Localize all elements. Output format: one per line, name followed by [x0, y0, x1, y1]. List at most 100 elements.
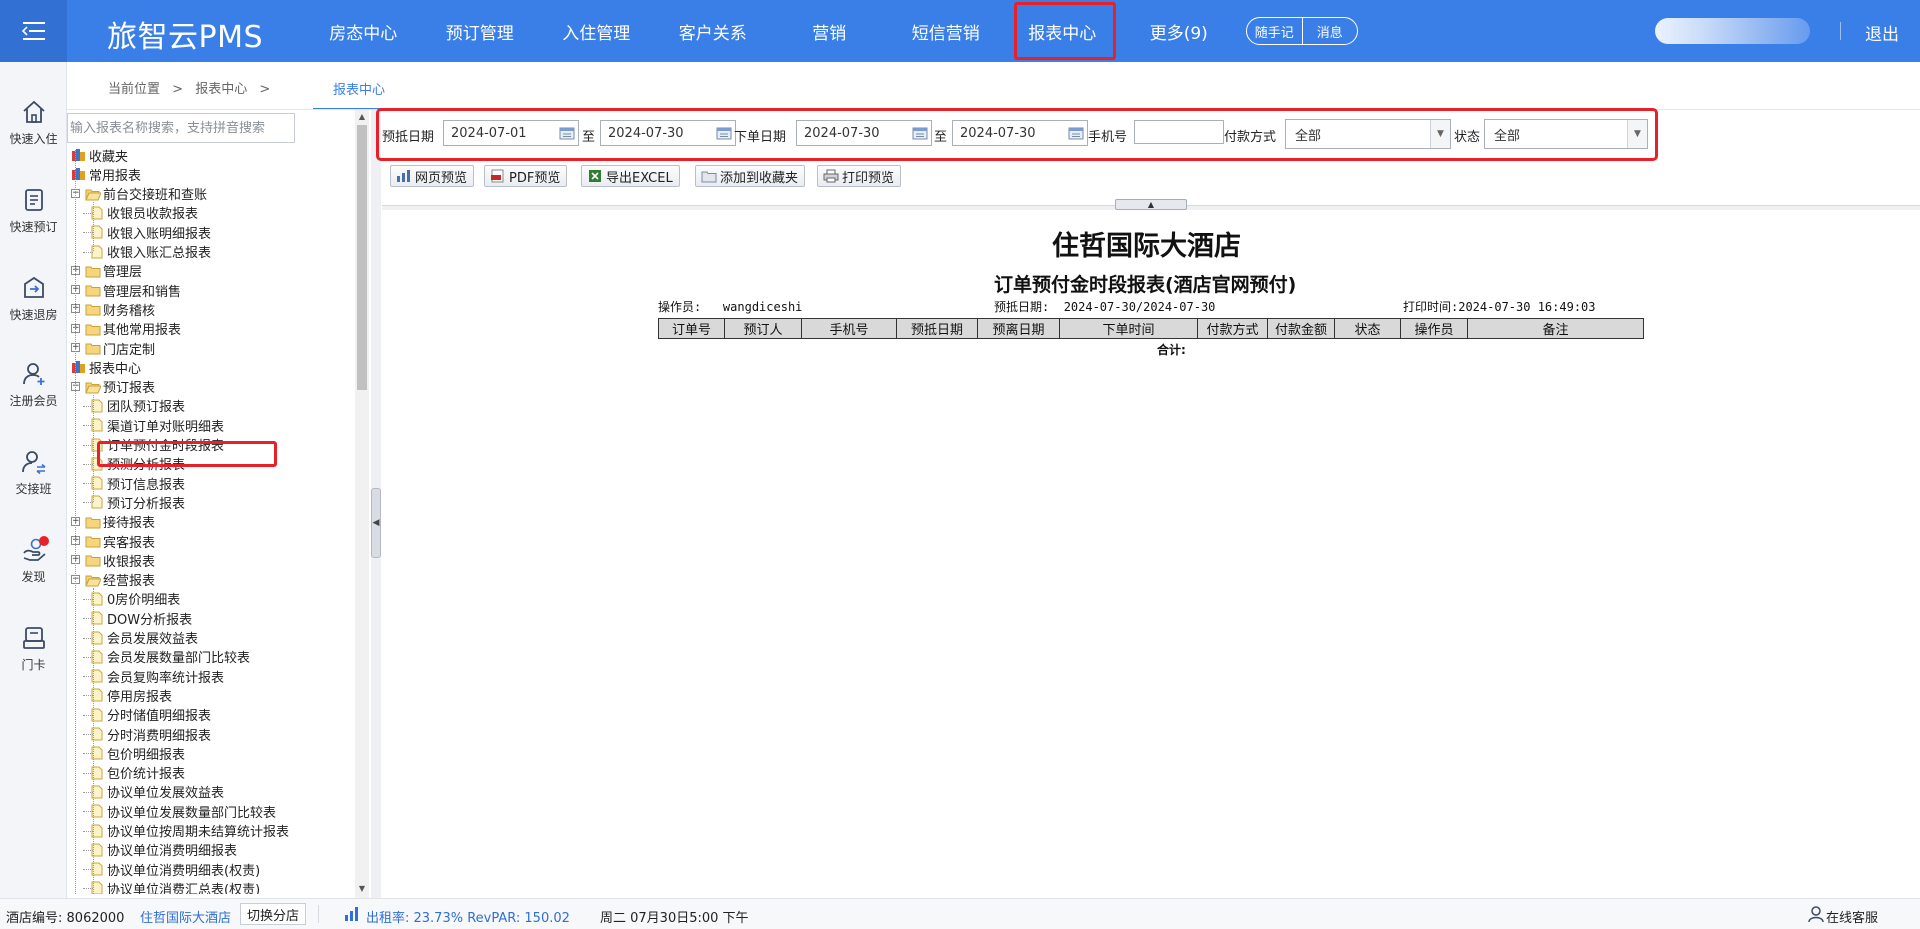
tree-node-label: 收银入账明细报表	[107, 226, 212, 242]
tree-node-report[interactable]: 协议单位消费明细报表	[89, 841, 237, 859]
tree-node-report[interactable]: 会员发展效益表	[89, 629, 198, 647]
rail-discover[interactable]: 发现	[0, 536, 67, 585]
collapse-left-panel-icon[interactable]: ◀	[371, 488, 381, 558]
web-preview-button[interactable]: 网页预览	[390, 165, 475, 187]
order-date-from-input[interactable]: 2024-07-30	[796, 120, 932, 146]
tree-node-folder[interactable]: 其他常用报表	[85, 320, 181, 338]
tree-node-report[interactable]: 会员发展数量部门比较表	[89, 648, 250, 666]
report-table: 订单号 预订人 手机号 预抵日期 预离日期 下单时间 付款方式 付款金额 状态 …	[658, 318, 1644, 339]
phone-input[interactable]	[1134, 120, 1224, 144]
order-date-to-input[interactable]: 2024-07-30	[952, 120, 1088, 146]
tree-node-report[interactable]: 收银员收款报表	[89, 204, 198, 222]
report-search-input[interactable]	[67, 113, 295, 143]
tree-node-folder[interactable]: 收银报表	[85, 551, 155, 570]
nav-booking[interactable]: 预订管理	[422, 0, 539, 62]
tree-node-label: 协议单位消费明细表(权责)	[107, 863, 261, 879]
report-operator: 操作员: wangdiceshi	[658, 298, 802, 315]
scroll-down-arrow-icon[interactable]: ▼	[357, 884, 367, 894]
tree-node-report[interactable]: 团队预订报表	[89, 397, 185, 415]
scrollbar-thumb[interactable]	[357, 125, 367, 390]
nav-room-status[interactable]: 房态中心	[305, 0, 422, 62]
tree-node-label: 管理层和销售	[103, 284, 182, 300]
rail-quick-booking[interactable]: 快速预订	[0, 186, 67, 235]
tab-report-center[interactable]: 报表中心	[313, 69, 405, 110]
tree-node-report[interactable]: 协议单位按周期未结算统计报表	[89, 822, 289, 840]
calendar-icon[interactable]	[559, 126, 575, 140]
tree-node-report[interactable]: 协议单位发展数量部门比较表	[89, 802, 276, 821]
tree-node-report[interactable]: 停用房报表	[89, 686, 172, 705]
tree-node-report[interactable]: 包价统计报表	[89, 764, 185, 782]
document-list-icon	[24, 189, 43, 211]
rail-quick-checkin[interactable]: 快速入住	[0, 98, 67, 147]
messages-button[interactable]: 消息	[1303, 22, 1358, 41]
rail-shift-handover[interactable]: 交接班	[0, 448, 67, 497]
rail-label: 快速入住	[9, 132, 58, 146]
prepay-date-to-input[interactable]: 2024-07-30	[600, 120, 736, 146]
logout-button[interactable]: 退出	[1865, 20, 1899, 45]
tree-node-folder[interactable]: 预订报表	[85, 378, 155, 396]
print-preview-button[interactable]: 打印预览	[817, 165, 902, 187]
tree-node-folder[interactable]: 宾客报表	[85, 532, 155, 551]
nav-checkin[interactable]: 入住管理	[538, 0, 655, 62]
tree-node-report[interactable]: 协议单位发展效益表	[89, 783, 224, 801]
tree-node-report[interactable]: DOW分析报表	[89, 609, 192, 628]
tree-node-report[interactable]: 收银入账汇总报表	[89, 243, 211, 261]
tree-node-folder[interactable]: 经营报表	[85, 571, 155, 589]
tree-connector	[93, 394, 94, 503]
tree-node-report[interactable]: 会员复购率统计报表	[89, 667, 224, 686]
tree-node-report[interactable]: 协议单位消费汇总表(权责)	[89, 879, 260, 894]
calendar-icon[interactable]	[912, 126, 928, 140]
tree-node-report[interactable]: 0房价明细表	[89, 590, 180, 608]
tree-node-folder[interactable]: 管理层	[85, 262, 142, 280]
online-support-button[interactable]: 在线客服	[1826, 907, 1878, 926]
notes-button[interactable]: 随手记	[1247, 22, 1302, 41]
menu-toggle-button[interactable]	[0, 0, 67, 62]
calendar-icon[interactable]	[716, 126, 732, 140]
tree-node-report[interactable]: 预订分析报表	[89, 493, 185, 512]
scroll-up-arrow-icon[interactable]: ▲	[357, 112, 367, 122]
status-select[interactable]: 全部 ▼	[1484, 119, 1648, 149]
tree-node-folder[interactable]: 管理层和销售	[85, 281, 182, 300]
payment-method-select[interactable]: 全部 ▼	[1285, 119, 1451, 149]
collapse-toolbar-icon[interactable]: ▲	[1115, 199, 1187, 210]
add-to-favorites-button[interactable]: 添加到收藏夹	[695, 165, 806, 187]
tree-node-favorites[interactable]: 收藏夹	[71, 146, 128, 165]
occupancy-stats[interactable]: 出租率: 23.73% RevPAR: 150.02	[366, 907, 570, 926]
tree-node-folder[interactable]: 前台交接班和查账	[85, 185, 207, 203]
nav-marketing[interactable]: 营销	[771, 0, 888, 62]
tree-node-report-center[interactable]: 报表中心	[71, 358, 141, 377]
export-excel-button[interactable]: 导出EXCEL	[581, 165, 680, 187]
tree-node-label: 协议单位按周期未结算统计报表	[107, 825, 290, 840]
tree-node-folder[interactable]: 门店定制	[85, 339, 155, 358]
tree-node-report[interactable]: 收银入账明细报表	[89, 223, 212, 242]
tree-node-folder[interactable]: 接待报表	[85, 513, 155, 531]
nav-report-center[interactable]: 报表中心	[1004, 0, 1121, 62]
tree-node-report[interactable]: 包价明细报表	[89, 744, 185, 763]
pdf-preview-button[interactable]: PDF预览	[484, 165, 568, 187]
tree-node-report[interactable]: 预订信息报表	[89, 474, 185, 493]
column-header: 预离日期	[977, 318, 1060, 339]
prepay-date-from-input[interactable]: 2024-07-01	[443, 120, 579, 146]
tree-connector	[83, 676, 93, 678]
tree-node-report[interactable]: 渠道订单对账明细表	[89, 416, 224, 435]
tree-node-folder[interactable]: 财务稽核	[85, 300, 155, 319]
tree-connector	[83, 405, 93, 407]
rail-quick-checkout[interactable]: 快速退房	[0, 274, 67, 323]
tree-node-report[interactable]: 协议单位消费明细表(权责)	[89, 860, 261, 879]
switch-store-button[interactable]: 切换分店	[240, 903, 307, 925]
tree-node-report[interactable]: 分时储值明细报表	[89, 706, 211, 724]
nav-sms-marketing[interactable]: 短信营销	[888, 0, 1005, 62]
breadcrumb-item[interactable]: 报表中心	[195, 82, 247, 97]
user-avatar[interactable]	[1655, 18, 1810, 44]
breadcrumb-item[interactable]: 当前位置	[108, 82, 160, 97]
tree-node-report[interactable]: 分时消费明细报表	[89, 725, 211, 744]
nav-more[interactable]: 更多(9)	[1121, 0, 1238, 62]
rail-register-member[interactable]: 注册会员	[0, 360, 67, 409]
nav-crm[interactable]: 客户关系	[655, 0, 772, 62]
brand-logo-text: 旅智云PMS	[107, 20, 264, 55]
rail-room-card[interactable]: 门卡	[0, 624, 67, 673]
hotel-name-link[interactable]: 住哲国际大酒店	[140, 907, 231, 926]
calendar-icon[interactable]	[1068, 126, 1084, 140]
tree-connector	[83, 483, 93, 485]
tree-node-common-reports[interactable]: 常用报表	[71, 165, 141, 184]
